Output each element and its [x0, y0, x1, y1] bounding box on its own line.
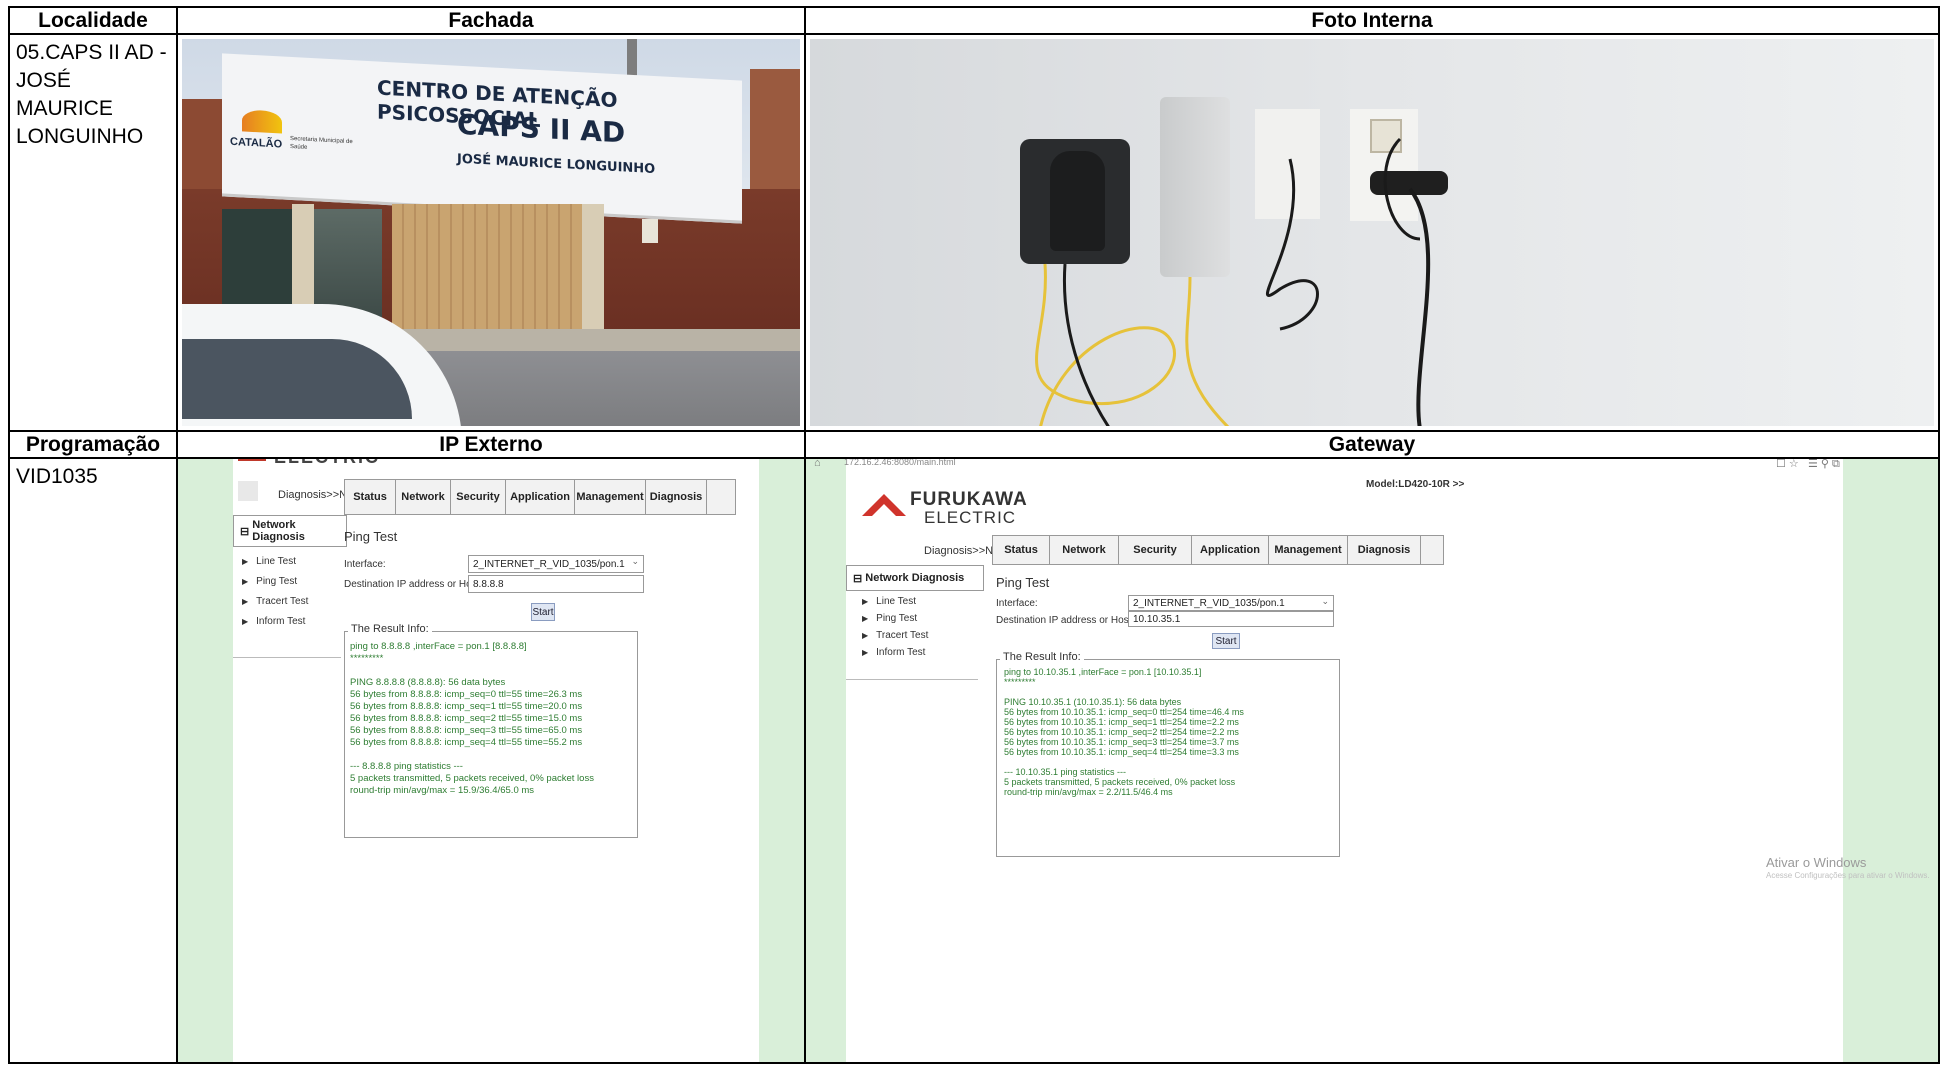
- tab-security[interactable]: Security: [451, 480, 506, 514]
- home-icon[interactable]: [238, 481, 258, 501]
- nav-ping-test[interactable]: Ping Test: [862, 610, 928, 627]
- interface-select-value: 2_INTERNET_R_VID_1035/pon.1: [473, 558, 625, 570]
- report-sheet: Localidade Fachada Foto Interna 05.CAPS …: [8, 6, 1940, 1064]
- gateway-cell: ⌂ 172.16.2.46:8080/main.html ☐ ☆ ☰ ⚲ ⧉ M…: [804, 457, 1940, 1064]
- tab-application[interactable]: Application: [506, 480, 575, 514]
- interface-label: Interface:: [996, 598, 1038, 609]
- catalao-logo-icon: [242, 109, 282, 134]
- destination-input[interactable]: 10.10.35.1: [1128, 611, 1334, 627]
- sign-logo-text: CATALÃO: [230, 135, 283, 151]
- tab-management[interactable]: Management: [575, 480, 646, 514]
- facade-photo: CATALÃO Secretaria Municipal de Saúde CE…: [182, 39, 800, 426]
- ip-externo-screenshot: ELECTRIC Diagnosis>>Netw Status Network …: [179, 460, 803, 1061]
- programming-value: VID1035: [8, 457, 178, 1064]
- report-table: Localidade Fachada Foto Interna 05.CAPS …: [8, 6, 1940, 1064]
- tab-diagnosis[interactable]: Diagnosis: [1348, 536, 1421, 564]
- interface-label: Interface:: [344, 559, 386, 570]
- internal-photo: [810, 39, 1934, 426]
- brand-partial: ELECTRIC: [274, 460, 380, 468]
- facade-gate: [392, 204, 582, 334]
- result-legend: The Result Info:: [348, 623, 432, 635]
- result-text: ping to 10.10.35.1 ,interFace = pon.1 [1…: [1004, 667, 1244, 797]
- sign-logo-sub: Secretaria Municipal de Saúde: [290, 135, 353, 151]
- tab-management[interactable]: Management: [1269, 536, 1348, 564]
- tab-diagnosis[interactable]: Diagnosis: [646, 480, 707, 514]
- tab-network[interactable]: Network: [396, 480, 451, 514]
- facade-signboard: CATALÃO Secretaria Municipal de Saúde CE…: [222, 53, 742, 224]
- gateway-screenshot: ⌂ 172.16.2.46:8080/main.html ☐ ☆ ☰ ⚲ ⧉ M…: [807, 460, 1937, 1061]
- browser-toolbar-icons[interactable]: ☐ ☆ ☰ ⚲ ⧉: [1776, 460, 1840, 471]
- nav-ping-test[interactable]: Ping Test: [242, 571, 308, 591]
- nav-tracert-test[interactable]: Tracert Test: [862, 627, 928, 644]
- nav-list: Line Test Ping Test Tracert Test Inform …: [862, 593, 928, 661]
- nav-line-test[interactable]: Line Test: [862, 593, 928, 610]
- nav-header-label: Network Diagnosis: [252, 519, 305, 543]
- device-model: Model:LD420-10R >>: [1366, 479, 1465, 490]
- nav-network-diagnosis[interactable]: ⊟ Network Diagnosis: [233, 515, 347, 547]
- sign-line-3: JOSÉ MAURICE LONGUINHO: [457, 151, 656, 178]
- facade-photo-cell: CATALÃO Secretaria Municipal de Saúde CE…: [176, 33, 806, 432]
- interface-select[interactable]: 2_INTERNET_R_VID_1035/pon.1 ⌄: [468, 555, 644, 573]
- destination-input[interactable]: 8.8.8.8: [468, 575, 644, 593]
- address-bar[interactable]: 172.16.2.46:8080/main.html: [844, 460, 956, 467]
- header-ip-externo: IP Externo: [176, 430, 806, 459]
- tab-status[interactable]: Status: [993, 536, 1050, 564]
- start-button[interactable]: Start: [531, 603, 555, 621]
- nav-header-label: Network Diagnosis: [865, 572, 965, 584]
- windows-activation-text: Acesse Configurações para ativar o Windo…: [1766, 871, 1930, 880]
- header-gateway: Gateway: [804, 430, 1940, 459]
- header-programacao: Programação: [8, 430, 178, 459]
- furukawa-logo-icon: [862, 494, 906, 516]
- nav-inform-test[interactable]: Inform Test: [862, 644, 928, 661]
- interface-select[interactable]: 2_INTERNET_R_VID_1035/pon.1 ⌄: [1128, 595, 1334, 611]
- tab-status[interactable]: Status: [345, 480, 396, 514]
- header-localidade: Localidade: [8, 6, 178, 35]
- tab-application[interactable]: Application: [1192, 536, 1269, 564]
- tab-security[interactable]: Security: [1119, 536, 1192, 564]
- nav-line-test[interactable]: Line Test: [242, 551, 308, 571]
- locality-name: 05.CAPS II AD - JOSÉ MAURICE LONGUINHO: [8, 33, 178, 432]
- start-button[interactable]: Start: [1212, 633, 1240, 649]
- tab-network[interactable]: Network: [1050, 536, 1119, 564]
- brand-electric: ELECTRIC: [924, 508, 1017, 527]
- nav-inform-test[interactable]: Inform Test: [242, 611, 308, 631]
- home-browser-icon[interactable]: ⌂: [814, 460, 821, 469]
- tab-empty: [707, 480, 735, 514]
- header-fachada: Fachada: [176, 6, 806, 35]
- nav-tracert-test[interactable]: Tracert Test: [242, 591, 308, 611]
- brand-logo-icon: [238, 460, 266, 461]
- nav-network-diagnosis[interactable]: ⊟ Network Diagnosis: [846, 565, 984, 591]
- chevron-down-icon: ⌄: [631, 556, 639, 566]
- result-legend: The Result Info:: [1000, 651, 1084, 663]
- main-tabs: Status Network Security Application Mana…: [344, 479, 736, 515]
- page-title: Ping Test: [344, 529, 398, 544]
- nav-list: Line Test Ping Test Tracert Test Inform …: [242, 551, 308, 631]
- ip-externo-cell: ELECTRIC Diagnosis>>Netw Status Network …: [176, 457, 806, 1064]
- internal-photo-cell: [804, 33, 1940, 432]
- interface-select-value: 2_INTERNET_R_VID_1035/pon.1: [1133, 597, 1285, 609]
- chevron-down-icon: ⌄: [1321, 596, 1329, 606]
- main-tabs: Status Network Security Application Mana…: [992, 535, 1444, 565]
- windows-activation-title: Ativar o Windows: [1766, 855, 1867, 870]
- cables-drawing: [1035, 137, 1431, 426]
- tab-empty: [1421, 536, 1443, 564]
- result-text: ping to 8.8.8.8 ,interFace = pon.1 [8.8.…: [350, 641, 594, 796]
- page-title: Ping Test: [996, 575, 1050, 590]
- breadcrumb: Diagnosis>>N: [924, 545, 994, 557]
- header-foto-interna: Foto Interna: [804, 6, 1940, 35]
